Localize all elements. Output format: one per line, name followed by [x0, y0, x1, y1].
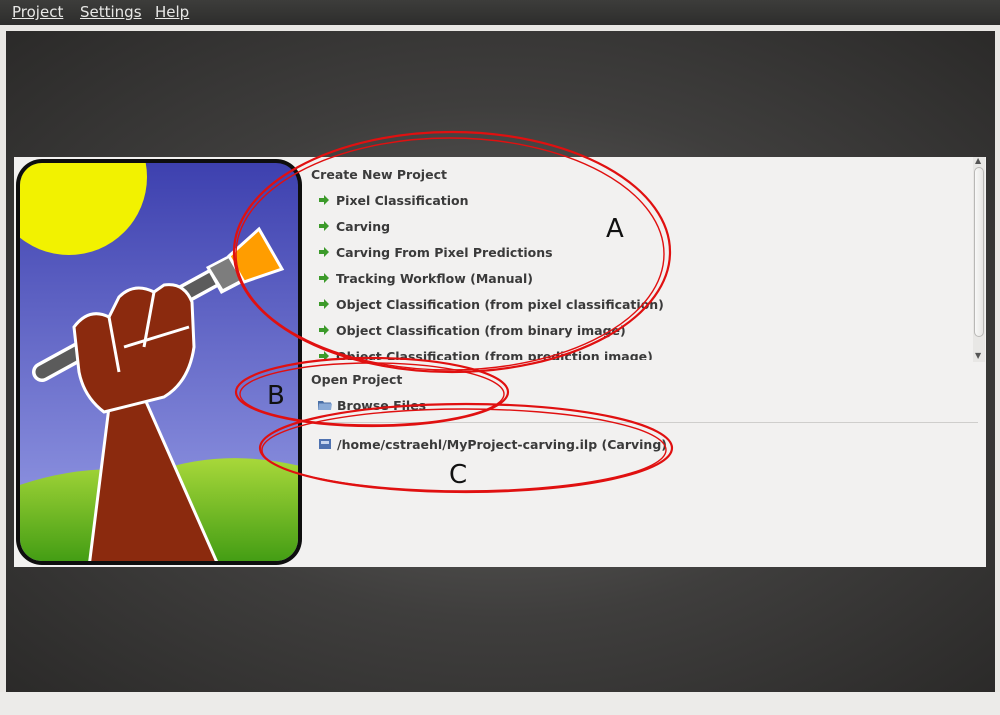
- menu-help[interactable]: Help: [155, 3, 189, 21]
- project-file-icon: [319, 439, 331, 449]
- annotation-label-a: A: [606, 214, 624, 244]
- workflow-label: Carving: [336, 218, 391, 234]
- workflow-object-classification-binary[interactable]: Object Classification (from binary image…: [318, 320, 626, 340]
- scroll-down-arrow-icon[interactable]: ▼: [975, 352, 981, 360]
- recent-project-label: /home/cstraehl/MyProject-carving.ilp (Ca…: [337, 436, 667, 452]
- workflow-carving[interactable]: Carving: [318, 216, 390, 236]
- annotation-label-b: B: [267, 381, 285, 411]
- green-arrow-icon: [319, 247, 329, 257]
- status-bar: [0, 692, 1000, 715]
- green-arrow-icon: [319, 195, 329, 205]
- menu-settings[interactable]: Settings: [80, 3, 142, 21]
- green-arrow-icon: [319, 273, 329, 283]
- folder-icon: [318, 401, 332, 410]
- separator: [310, 422, 978, 423]
- ilastik-logo: [16, 159, 302, 565]
- browse-files-label: Browse Files: [337, 397, 427, 413]
- workflow-label: Carving From Pixel Predictions: [336, 244, 553, 260]
- workflow-label: Pixel Classification: [336, 192, 469, 208]
- menu-settings-label: Settings: [80, 3, 142, 21]
- workflow-label: Object Classification (from prediction i…: [336, 348, 653, 361]
- annotation-label-c: C: [449, 460, 468, 490]
- workflow-object-classification-pixel[interactable]: Object Classification (from pixel classi…: [318, 294, 664, 314]
- workflow-label: Object Classification (from pixel classi…: [336, 296, 664, 312]
- workflow-carving-from-predictions[interactable]: Carving From Pixel Predictions: [318, 242, 553, 262]
- workflow-list: Pixel Classification Carving Carving Fro…: [310, 165, 970, 360]
- open-project-title: Open Project: [311, 372, 403, 387]
- workflow-object-classification-prediction[interactable]: Object Classification (from prediction i…: [318, 346, 653, 360]
- menu-project[interactable]: Project: [12, 3, 63, 21]
- green-arrow-icon: [319, 325, 329, 335]
- scroll-up-arrow-icon[interactable]: ▲: [975, 157, 981, 165]
- workflow-scrollbar[interactable]: ▲ ▼: [973, 157, 985, 362]
- menu-bar: Project Settings Help: [0, 0, 1000, 25]
- workflow-label: Tracking Workflow (Manual): [336, 270, 533, 286]
- recent-project-item[interactable]: /home/cstraehl/MyProject-carving.ilp (Ca…: [318, 434, 667, 454]
- menu-help-label: Help: [155, 3, 190, 21]
- workflow-label: Object Classification (from binary image…: [336, 322, 626, 338]
- green-arrow-icon: [319, 221, 329, 231]
- green-arrow-icon: [319, 299, 329, 309]
- workflow-tracking-manual[interactable]: Tracking Workflow (Manual): [318, 268, 533, 288]
- green-arrow-icon: [319, 351, 329, 360]
- browse-files-button[interactable]: Browse Files: [318, 395, 426, 415]
- scroll-thumb[interactable]: [974, 167, 984, 337]
- menu-project-label: Project: [12, 3, 64, 21]
- workflow-pixel-classification[interactable]: Pixel Classification: [318, 190, 469, 210]
